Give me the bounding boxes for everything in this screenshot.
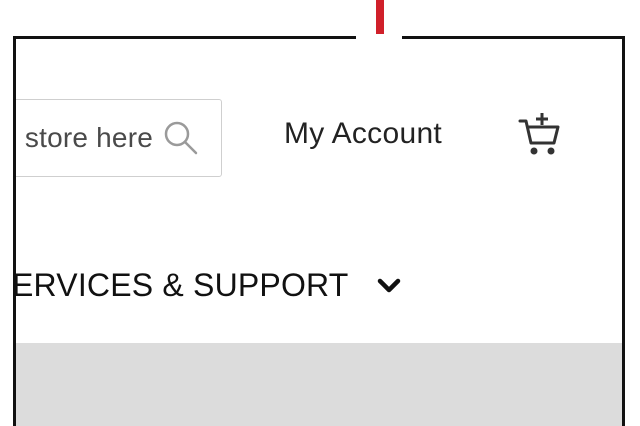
search-icon[interactable] xyxy=(163,120,199,156)
search-placeholder: store here xyxy=(24,122,153,153)
nav-services-support[interactable]: ERVICES & SUPPORT xyxy=(13,267,401,304)
nav-services-support-label: ERVICES & SUPPORT xyxy=(13,267,349,303)
cart-add-icon[interactable] xyxy=(516,111,564,159)
my-account-link[interactable]: My Account xyxy=(284,117,442,151)
frame-gap xyxy=(356,34,402,42)
content-area xyxy=(16,343,622,426)
screenshot-frame: store here My Account ERVICES & SUPPORT xyxy=(13,36,625,426)
search-input[interactable]: store here xyxy=(16,99,222,177)
chevron-down-icon xyxy=(377,278,400,292)
